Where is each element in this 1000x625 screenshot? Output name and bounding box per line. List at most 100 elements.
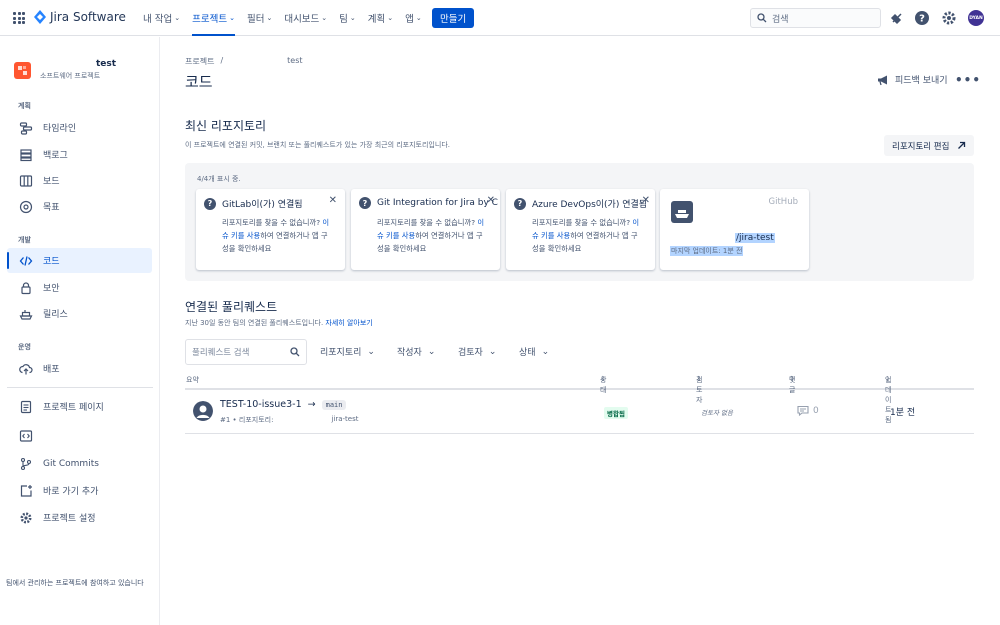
timeline-icon: [19, 121, 33, 135]
nav-dashboards[interactable]: 대시보드 ⌄: [284, 0, 327, 36]
author-avatar: [193, 401, 213, 421]
project-sidebar: test 소프트웨어 프로젝트 계획 타임라인 백로그 보드 목표 개발 코드 …: [0, 37, 160, 625]
repository-icon: [671, 201, 693, 223]
repo-card-github[interactable]: GitHub /jira-test 마지막 업데이트: 1분 전: [660, 189, 809, 270]
issue-key-link[interactable]: 이: [322, 218, 329, 227]
learn-more-link[interactable]: 자세히 알아보기: [325, 319, 372, 327]
column-comments[interactable]: 댓글 ⇕: [789, 375, 795, 394]
sidebar-item-project-settings[interactable]: 프로젝트 설정: [7, 505, 152, 530]
notifications-icon[interactable]: [889, 10, 905, 26]
svg-text:?: ?: [919, 14, 925, 25]
comment-icon: [797, 405, 809, 416]
chevron-down-icon: ⌄: [321, 14, 328, 22]
feedback-button[interactable]: 피드백 보내기: [877, 73, 948, 86]
chevron-down-icon: ⌄: [266, 14, 273, 22]
create-button[interactable]: 만들기: [432, 8, 475, 28]
issue-key-link[interactable]: 슈 키를 사용: [222, 231, 260, 240]
status-badge: 병합됨: [604, 407, 628, 419]
app-switcher-icon[interactable]: [13, 12, 25, 24]
cloud-upload-icon: [19, 363, 33, 374]
pr-search-input[interactable]: 풀리퀘스트 검색: [185, 339, 307, 365]
help-icon[interactable]: ?: [914, 10, 930, 26]
code-icon: [19, 255, 33, 266]
recent-repos-description: 이 프로젝트에 연결된 커밋, 브랜치 또는 풀리퀘스트가 있는 가장 최근의 …: [185, 141, 450, 149]
nav-filters[interactable]: 필터 ⌄: [247, 0, 272, 36]
sidebar-item-code-embed[interactable]: [7, 423, 152, 448]
chevron-down-icon: ⌄: [349, 14, 356, 22]
repo-card-gitlab[interactable]: ? GitLab이(가) 연결됨 ✕ 리포지토리를 찾을 수 없습니까? 이슈 키…: [196, 189, 345, 270]
branch-badge: main: [321, 399, 347, 410]
more-actions-button[interactable]: •••: [955, 73, 981, 87]
column-reviewer[interactable]: 검토자 ⇕: [696, 375, 702, 404]
filter-reviewer[interactable]: 검토자 ⌄: [458, 345, 497, 359]
column-summary[interactable]: 요약: [186, 375, 199, 385]
settings-gear-icon[interactable]: [941, 10, 957, 26]
close-icon[interactable]: ✕: [487, 195, 495, 206]
edit-repos-button[interactable]: 리포지토리 편집: [884, 135, 975, 156]
issue-key-link[interactable]: 이: [477, 218, 484, 227]
issue-key-link[interactable]: 슈 키를 사용: [377, 231, 415, 240]
card-text: 리포지토리를 찾을 수 없습니까? 이슈 키를 사용하여 연결하거나 앱 구 성을…: [377, 218, 485, 253]
sidebar-item-board[interactable]: 보드: [7, 168, 152, 193]
question-icon: ?: [204, 197, 216, 210]
chevron-down-icon: ⌄: [387, 14, 394, 22]
pull-requests-heading: 연결된 풀리퀘스트: [185, 300, 278, 314]
filter-repository[interactable]: 리포지토리 ⌄: [320, 345, 375, 359]
breadcrumb-projects[interactable]: 프로젝트: [185, 56, 214, 67]
external-arrow-icon: [958, 141, 966, 149]
sidebar-item-project-pages[interactable]: 프로젝트 페이지: [7, 394, 152, 419]
sidebar-divider: [7, 387, 153, 388]
nav-my-work[interactable]: 내 작업 ⌄: [143, 0, 180, 36]
search-input[interactable]: 검색: [750, 8, 881, 28]
megaphone-icon: [878, 75, 887, 85]
shown-count: 4/4개 표시 중.: [197, 175, 241, 183]
repo-card-azure-devops[interactable]: ? Azure DevOps이(가) 연결됨 ✕ 리포지토리를 찾을 수 없습니까…: [506, 189, 655, 270]
column-updated[interactable]: 업데이트됨 ⇣: [885, 375, 891, 424]
issue-key-link[interactable]: 슈 키를 사용: [532, 231, 570, 240]
sidebar-footer-text: 팀에서 관리하는 프로젝트에 참여하고 있습니다: [6, 579, 144, 587]
ship-icon: [19, 309, 33, 320]
sidebar-item-goals[interactable]: 목표: [7, 194, 152, 219]
sidebar-item-deployments[interactable]: 배포: [7, 356, 152, 381]
filter-status[interactable]: 상태 ⌄: [519, 345, 549, 359]
provider-label: GitHub: [768, 197, 798, 207]
sidebar-item-backlog[interactable]: 백로그: [7, 142, 152, 167]
sidebar-item-security[interactable]: 보안: [7, 275, 152, 300]
breadcrumb-separator: /: [220, 56, 224, 65]
chevron-down-icon: ⌄: [367, 346, 375, 357]
filter-author[interactable]: 작성자 ⌄: [397, 345, 435, 359]
pr-table-header: 요약 상태 ⇕ 검토자 ⇕ 댓글 ⇕ 업데이트됨 ⇣: [185, 375, 974, 424]
pr-title[interactable]: TEST-10-issue3-1 → main: [220, 399, 347, 410]
page-title: 코드: [185, 73, 213, 91]
close-icon[interactable]: ✕: [642, 195, 650, 206]
nav-plans[interactable]: 계획 ⌄: [368, 0, 393, 36]
sidebar-item-add-shortcut[interactable]: 바로 가기 추가: [7, 478, 152, 503]
question-icon: ?: [359, 197, 371, 209]
nav-projects[interactable]: 프로젝트 ⌄: [192, 0, 235, 36]
chevron-down-icon: ⌄: [488, 346, 497, 357]
pr-repo-link[interactable]: jira-test: [331, 415, 358, 425]
sidebar-item-timeline[interactable]: 타임라인: [7, 115, 152, 140]
card-title: Azure DevOps이(가) 연결됨: [532, 200, 648, 210]
project-header[interactable]: test 소프트웨어 프로젝트: [14, 59, 116, 81]
user-avatar[interactable]: DYAN: [968, 10, 984, 26]
table-row[interactable]: TEST-10-issue3-1 → main #1 • 리포지토리: jira…: [185, 392, 974, 434]
sidebar-item-git-commits[interactable]: Git Commits: [7, 451, 152, 476]
jira-logo[interactable]: Jira Software: [34, 10, 126, 24]
nav-apps[interactable]: 앱 ⌄: [405, 0, 422, 36]
section-development: 개발: [18, 236, 31, 244]
comments-count: 0: [797, 405, 819, 416]
issue-key-link[interactable]: 이: [632, 218, 639, 227]
close-icon[interactable]: ✕: [329, 195, 337, 206]
breadcrumb-project[interactable]: test: [287, 56, 302, 67]
section-planning: 계획: [18, 102, 31, 110]
repo-card-git-integration[interactable]: ? Git Integration for Jira by C ✕ 리포지토리를 …: [351, 189, 500, 270]
sidebar-item-releases[interactable]: 릴리스: [7, 301, 152, 326]
repo-name[interactable]: /jira-test: [735, 233, 775, 243]
nav-teams[interactable]: 팀 ⌄: [339, 0, 356, 36]
chevron-down-icon: ⌄: [415, 14, 422, 22]
recent-repos-heading: 최신 리포지토리: [185, 119, 267, 133]
sidebar-item-code[interactable]: 코드: [7, 248, 152, 273]
goals-target-icon: [19, 200, 33, 213]
column-status[interactable]: 상태 ⇕: [600, 375, 606, 394]
